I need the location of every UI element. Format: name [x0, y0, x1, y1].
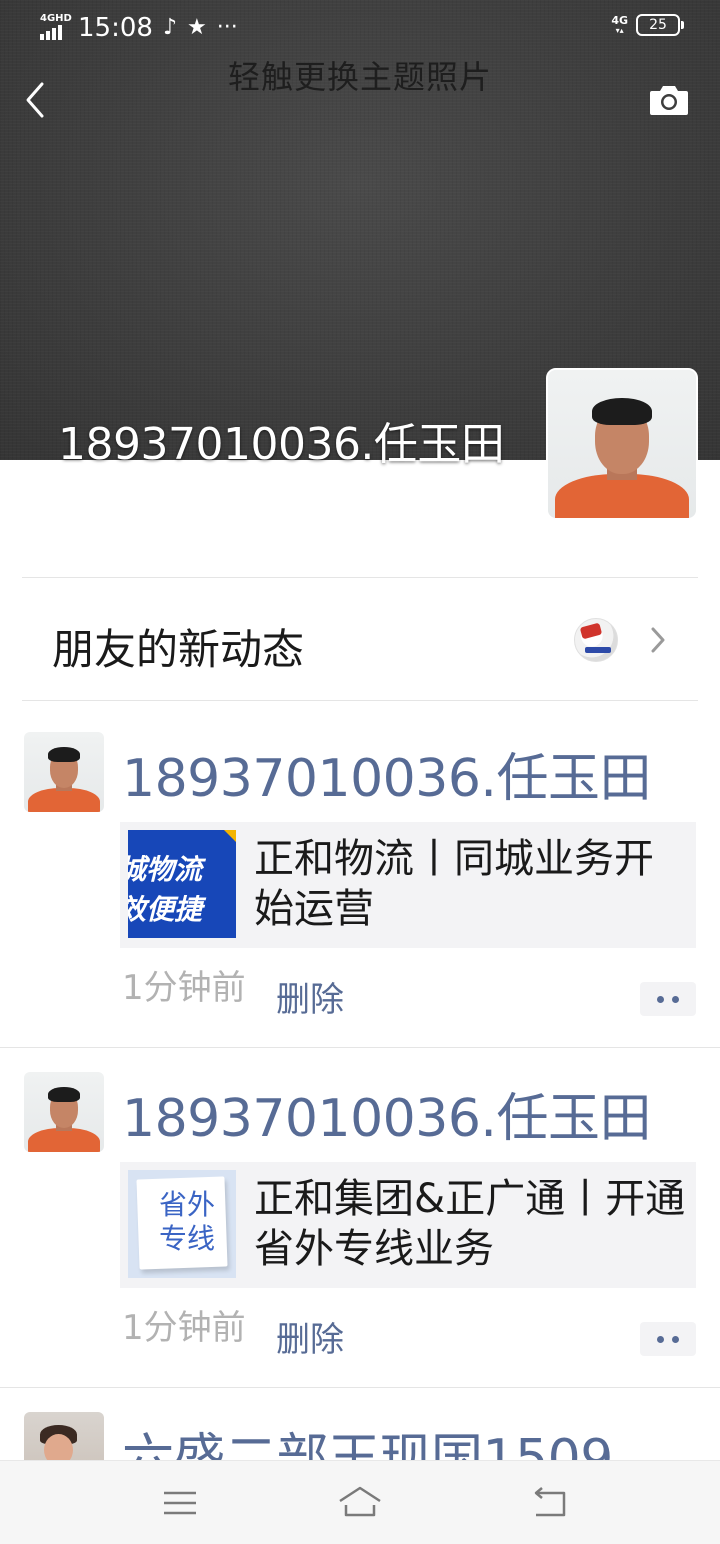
dot-icon [672, 1335, 679, 1343]
menu-icon [164, 1491, 196, 1515]
more-dots-icon: ··· [216, 15, 238, 40]
friend-update-thumbnail [574, 618, 618, 662]
dot-icon [672, 995, 679, 1003]
more-actions-button[interactable] [640, 1322, 696, 1356]
poster-name[interactable]: 18937010036.任玉田 [122, 1076, 651, 1151]
post-avatar[interactable] [24, 1412, 104, 1460]
thumb-text: 专线 [158, 1222, 215, 1255]
thumb-text: 城物流 [128, 853, 203, 886]
profile-name: 18937010036.任玉田 [58, 419, 505, 470]
menu-button[interactable] [158, 1483, 202, 1523]
thumb-text: 效便捷 [128, 893, 203, 926]
dot-icon [657, 1335, 664, 1343]
feed-post: 18937010036.任玉田 省外 专线 正和集团&正广通丨开通省外专线业务 … [0, 1040, 720, 1386]
thumb-text: 省外 [158, 1188, 215, 1221]
back-nav-button[interactable] [528, 1483, 572, 1523]
home-button[interactable] [338, 1483, 382, 1523]
star-icon: ★ [186, 15, 207, 40]
chevron-right-icon [651, 627, 665, 653]
feed-post: 六盛二部王现国1509… [0, 1380, 720, 1460]
profile-avatar[interactable] [546, 368, 698, 520]
change-cover-hint[interactable]: 轻触更换主题照片 [0, 52, 720, 98]
home-icon [339, 1486, 381, 1517]
clock: 15:08 [78, 13, 153, 43]
system-nav-bar [0, 1460, 720, 1544]
post-time: 1分钟前 [122, 1308, 246, 1348]
camera-icon [650, 86, 688, 115]
signal-icon: 4GHD [40, 13, 72, 42]
network-type: 4GHD [40, 13, 72, 24]
delete-link[interactable]: 删除 [276, 1312, 344, 1361]
link-card[interactable]: 城物流 效便捷 正和物流丨同城业务开始运营 [120, 822, 696, 948]
link-title: 正和集团&正广通丨开通省外专线业务 [254, 1176, 686, 1272]
status-right: 4G ▾▴ 25 [611, 14, 684, 36]
link-thumbnail: 省外 专线 [128, 1170, 236, 1278]
post-avatar[interactable] [24, 1072, 104, 1152]
dot-icon [657, 995, 664, 1003]
status-left: 4GHD 15:08 ♪ ★ ··· [40, 12, 248, 44]
friend-updates-label: 朋友的新动态 [52, 625, 305, 674]
more-actions-button[interactable] [640, 982, 696, 1016]
feed-post: 18937010036.任玉田 城物流 效便捷 正和物流丨同城业务开始运营 1分… [0, 700, 720, 1046]
post-avatar[interactable] [24, 732, 104, 812]
camera-button[interactable] [648, 82, 690, 118]
delete-link[interactable]: 删除 [276, 972, 344, 1021]
poster-name[interactable]: 六盛二部王现国1509… [122, 1416, 665, 1460]
avatar-image [548, 370, 696, 518]
link-thumbnail: 城物流 效便捷 [128, 830, 236, 938]
friend-updates-row[interactable]: 朋友的新动态 [0, 578, 720, 700]
poster-name[interactable]: 18937010036.任玉田 [122, 736, 651, 811]
link-card[interactable]: 省外 专线 正和集团&正广通丨开通省外专线业务 [120, 1162, 696, 1288]
cellular-4g-icon: 4G ▾▴ [611, 14, 628, 35]
link-title: 正和物流丨同城业务开始运营 [254, 836, 654, 932]
back-nav-icon [534, 1487, 566, 1517]
battery-icon: 25 [636, 14, 684, 36]
music-icon: ♪ [162, 15, 177, 40]
status-bar: 4GHD 15:08 ♪ ★ ··· 4G ▾▴ 25 [0, 0, 720, 56]
post-time: 1分钟前 [122, 968, 246, 1008]
